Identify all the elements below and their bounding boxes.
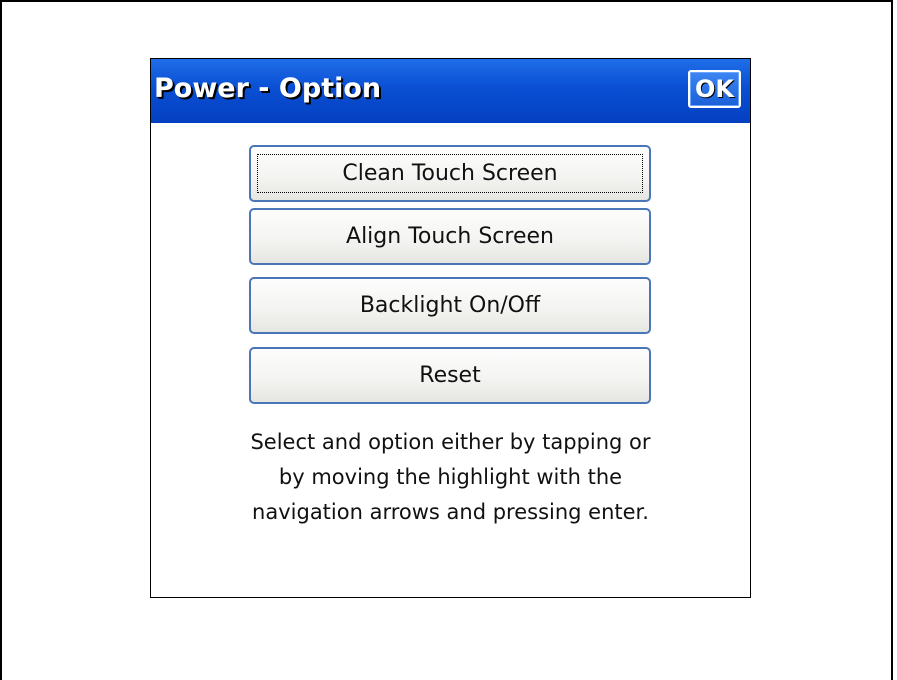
help-line: by moving the highlight with the	[278, 465, 623, 489]
backlight-toggle-label: Backlight On/Off	[359, 293, 541, 318]
ok-label: OK	[695, 75, 734, 103]
align-touch-screen-label: Align Touch Screen	[346, 224, 554, 249]
focus-ring	[257, 154, 643, 193]
align-touch-screen-button[interactable]: Align Touch Screen	[249, 208, 651, 265]
reset-button[interactable]: Reset	[249, 347, 651, 404]
power-option-window: Power - Option OK Clean Touch Screen Ali…	[150, 58, 751, 598]
title-bar: Power - Option OK	[151, 59, 750, 123]
help-line: navigation arrows and pressing enter.	[252, 500, 649, 524]
backlight-toggle-button[interactable]: Backlight On/Off	[249, 277, 651, 334]
window-title: Power - Option	[154, 73, 382, 104]
help-line: Select and option either by tapping or	[250, 430, 651, 454]
help-text: Select and option either by tapping or b…	[151, 425, 750, 530]
clean-touch-screen-button[interactable]: Clean Touch Screen	[249, 145, 651, 202]
ok-button[interactable]: OK	[688, 70, 741, 108]
reset-label: Reset	[419, 363, 481, 388]
